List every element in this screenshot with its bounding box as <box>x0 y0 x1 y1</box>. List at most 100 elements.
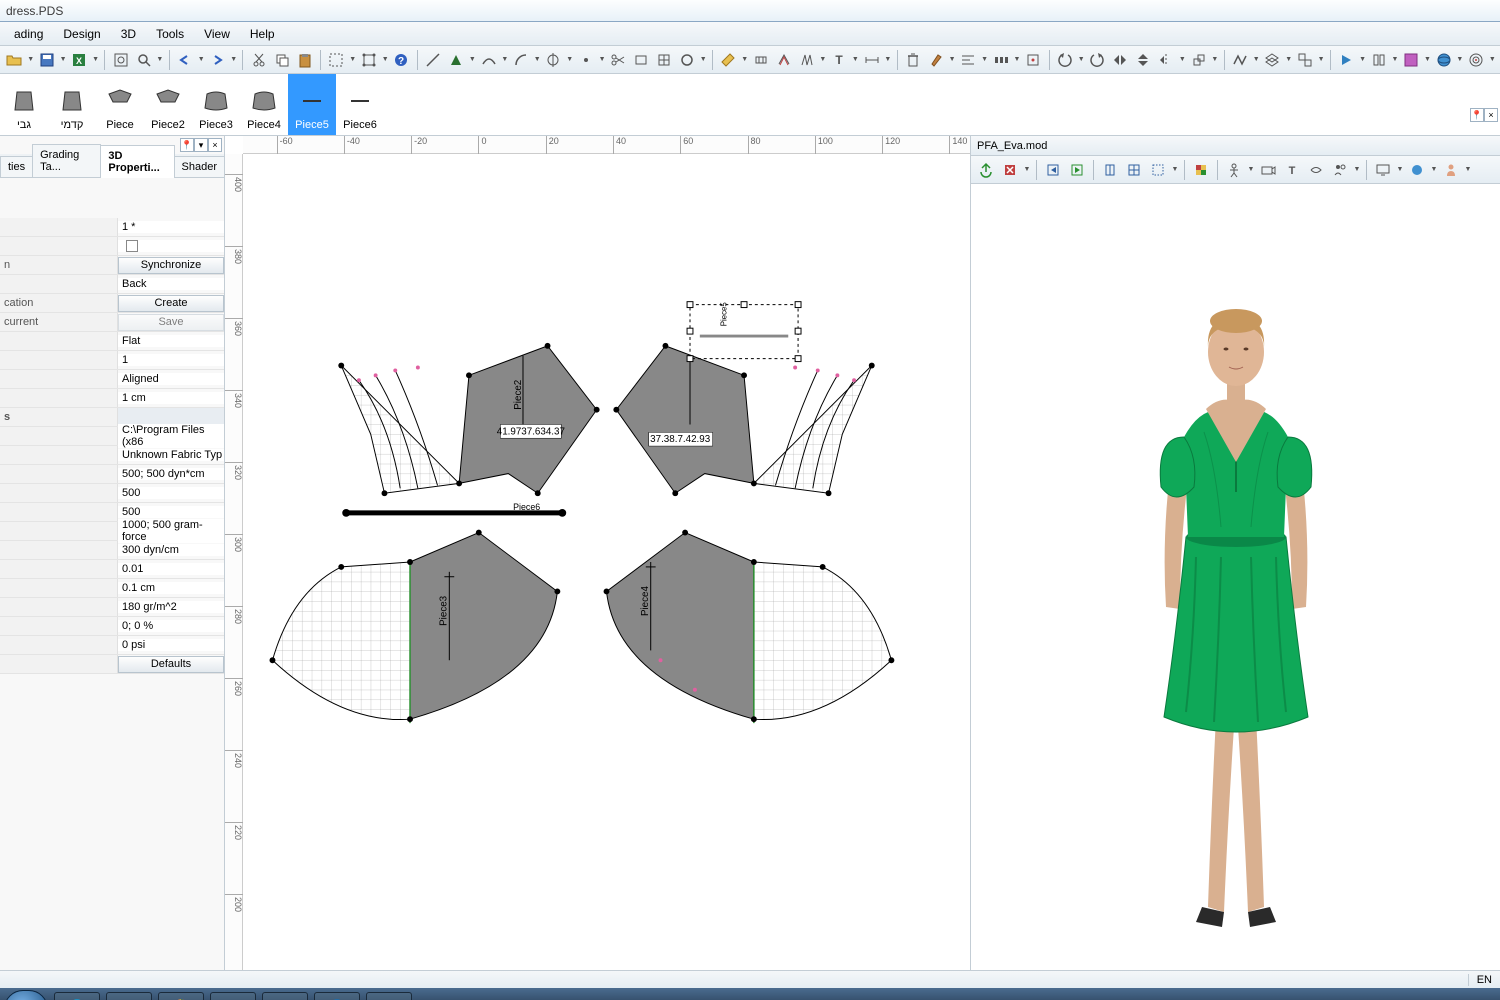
drawing-stage[interactable]: 41.9737.634.37 Piece2 <box>243 154 970 970</box>
delete-icon[interactable] <box>903 49 924 71</box>
dropdown-icon[interactable]: ▼ <box>598 56 606 63</box>
rotate-right-icon[interactable] <box>1087 49 1108 71</box>
help-icon[interactable]: ? <box>391 49 412 71</box>
distribute-icon[interactable] <box>990 49 1011 71</box>
piece-thumb-Piece6[interactable]: Piece6 <box>336 74 384 135</box>
panel-pin-icon[interactable]: 📍 <box>180 138 194 152</box>
dropdown-icon[interactable]: ▼ <box>741 56 749 63</box>
piece-thumb-Piece2[interactable]: Piece2 <box>144 74 192 135</box>
property-value[interactable]: 1 <box>118 354 224 366</box>
flip-h-icon[interactable] <box>1110 49 1131 71</box>
tab-3d-properties[interactable]: 3D Properti... <box>100 145 174 178</box>
compass-tool-icon[interactable] <box>543 49 564 71</box>
walk-icon[interactable] <box>1230 49 1251 71</box>
dropdown-icon[interactable]: ▼ <box>1464 166 1472 173</box>
dropdown-icon[interactable]: ▼ <box>349 56 357 63</box>
dropdown-icon[interactable]: ▼ <box>197 56 205 63</box>
mirror-icon[interactable] <box>1156 49 1177 71</box>
panel-dropdown-icon[interactable]: ▾ <box>194 138 208 152</box>
taskbar-app-teamviewer[interactable] <box>314 992 360 1000</box>
panel-close-icon[interactable]: × <box>1484 108 1498 122</box>
dropdown-icon[interactable]: ▼ <box>381 56 389 63</box>
zoom-fit-icon[interactable] <box>110 49 131 71</box>
dropdown-icon[interactable]: ▼ <box>156 56 164 63</box>
cut-icon[interactable] <box>248 49 269 71</box>
dropdown-icon[interactable]: ▼ <box>59 56 67 63</box>
transform-icon[interactable] <box>358 49 379 71</box>
dropdown-icon[interactable]: ▼ <box>1211 56 1219 63</box>
dropdown-icon[interactable]: ▼ <box>1489 56 1497 63</box>
view-grid-icon[interactable] <box>1123 159 1145 181</box>
pleat-icon[interactable] <box>796 49 817 71</box>
menu-design[interactable]: Design <box>53 24 110 44</box>
flip-v-icon[interactable] <box>1133 49 1154 71</box>
property-value[interactable] <box>118 240 224 252</box>
dropdown-icon[interactable]: ▼ <box>1317 56 1325 63</box>
play-icon[interactable] <box>1336 49 1357 71</box>
fabric-icon[interactable] <box>1401 49 1422 71</box>
snap-icon[interactable] <box>1023 49 1044 71</box>
dropdown-icon[interactable]: ▼ <box>1424 56 1432 63</box>
globe-icon[interactable] <box>1433 49 1454 71</box>
property-value[interactable]: 500 <box>118 487 224 499</box>
menu-tools[interactable]: Tools <box>146 24 194 44</box>
target-icon[interactable] <box>1466 49 1487 71</box>
property-value[interactable]: 300 dyn/cm <box>118 544 224 556</box>
dropdown-icon[interactable]: ▼ <box>1179 56 1187 63</box>
taskbar-app-chrome[interactable] <box>158 992 204 1000</box>
property-value[interactable]: 500; 500 dyn*cm <box>118 468 224 480</box>
language-indicator[interactable]: EN <box>1468 974 1500 986</box>
piece-thumb-גבי[interactable]: גבי <box>0 74 48 135</box>
copy-icon[interactable] <box>271 49 292 71</box>
dropdown-icon[interactable]: ▼ <box>1252 56 1260 63</box>
save-icon[interactable] <box>36 49 57 71</box>
avatar-icon[interactable] <box>1440 159 1462 181</box>
dropdown-icon[interactable]: ▼ <box>819 56 827 63</box>
property-value[interactable]: 500 <box>118 506 224 518</box>
pattern-piece-upper-right[interactable]: 37.38.7.42.93 <box>613 302 874 497</box>
dropdown-icon[interactable]: ▼ <box>948 56 956 63</box>
select-icon[interactable] <box>326 49 347 71</box>
layer-icon[interactable] <box>1262 49 1283 71</box>
property-button[interactable]: Defaults <box>118 656 224 673</box>
piece-thumb-Piece[interactable]: Piece <box>96 74 144 135</box>
property-value[interactable]: 1000; 500 gram-force <box>118 519 224 543</box>
menu-3d[interactable]: 3D <box>111 24 146 44</box>
close-piece-icon[interactable] <box>999 159 1021 181</box>
pattern-piece-lower-left[interactable]: Piece3 <box>270 530 561 724</box>
dropdown-icon[interactable]: ▼ <box>884 56 892 63</box>
view-front-icon[interactable] <box>1099 159 1121 181</box>
dropdown-icon[interactable]: ▼ <box>1023 166 1031 173</box>
tab-shader[interactable]: Shader <box>174 156 225 177</box>
piece-thumb-קדמי[interactable]: קדמי <box>48 74 96 135</box>
rect-tool-icon[interactable] <box>631 49 652 71</box>
rotate-left-icon[interactable] <box>1055 49 1076 71</box>
panel-pin-icon[interactable]: 📍 <box>1470 108 1484 122</box>
display-icon[interactable] <box>1372 159 1394 181</box>
play-sim-icon[interactable] <box>1066 159 1088 181</box>
dropdown-icon[interactable]: ▼ <box>1013 56 1021 63</box>
scissors-tool-icon[interactable] <box>608 49 629 71</box>
property-value[interactable]: 0.1 cm <box>118 582 224 594</box>
property-value[interactable]: 0 psi <box>118 639 224 651</box>
menu-view[interactable]: View <box>194 24 240 44</box>
dropdown-icon[interactable]: ▼ <box>92 56 100 63</box>
dropdown-icon[interactable]: ▼ <box>981 56 989 63</box>
pattern-canvas[interactable]: -60-40-20020406080100120140 400380360340… <box>225 136 970 970</box>
avatar-pose-icon[interactable] <box>1223 159 1245 181</box>
taskbar-app-generic[interactable] <box>366 992 412 1000</box>
dropdown-icon[interactable]: ▼ <box>566 56 574 63</box>
render-icon[interactable] <box>1406 159 1428 181</box>
texture-icon[interactable] <box>1190 159 1212 181</box>
pattern-svg[interactable]: 41.9737.634.37 Piece2 <box>243 154 970 970</box>
pattern-piece-upper-left[interactable]: 41.9737.634.37 Piece2 <box>338 343 599 496</box>
shape-tool-icon[interactable] <box>446 49 467 71</box>
piece-thumb-Piece4[interactable]: Piece4 <box>240 74 288 135</box>
text-3d-icon[interactable]: T <box>1281 159 1303 181</box>
avatar-select-icon[interactable] <box>1329 159 1351 181</box>
dropdown-icon[interactable]: ▼ <box>533 56 541 63</box>
grid-tool-icon[interactable] <box>654 49 675 71</box>
dropdown-icon[interactable]: ▼ <box>1285 56 1293 63</box>
dropdown-icon[interactable]: ▼ <box>230 56 238 63</box>
text-icon[interactable]: T <box>829 49 850 71</box>
